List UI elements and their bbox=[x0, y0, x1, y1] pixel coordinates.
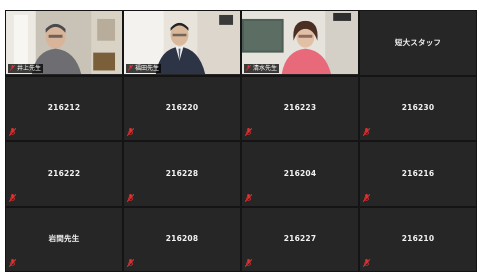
muted-mic-icon bbox=[246, 64, 251, 71]
muted-mic-icon bbox=[245, 259, 252, 267]
participant-tile-video-2[interactable]: 福田先生 bbox=[124, 11, 240, 75]
muted-mic-icon bbox=[10, 64, 15, 71]
participant-tile[interactable]: 216216 bbox=[360, 142, 476, 206]
participant-name: 216222 bbox=[47, 168, 81, 178]
participant-name: 井上先生 bbox=[17, 64, 42, 72]
participant-tile-video-1[interactable]: 井上先生 bbox=[6, 11, 122, 75]
muted-mic-icon bbox=[127, 128, 134, 136]
participant-name: 216220 bbox=[165, 103, 199, 113]
participant-name: 216230 bbox=[401, 103, 435, 113]
muted-mic-icon bbox=[363, 128, 370, 136]
gallery-view: 井上先生 福田先生 清水先生 短大スタッフ 216212 216220 2162… bbox=[5, 10, 477, 272]
participant-name: 216227 bbox=[283, 234, 317, 244]
participant-name-label: 清水先生 bbox=[244, 63, 280, 73]
muted-mic-icon bbox=[127, 193, 134, 202]
participant-name: 216208 bbox=[165, 234, 199, 244]
participant-name: 清水先生 bbox=[253, 64, 278, 72]
participant-tile[interactable]: 216228 bbox=[124, 142, 240, 206]
participant-tile[interactable]: 216204 bbox=[242, 142, 358, 206]
participant-name: 岩間先生 bbox=[48, 234, 80, 244]
participant-tile[interactable]: 岩間先生 bbox=[6, 207, 122, 271]
muted-mic-icon bbox=[128, 64, 133, 71]
participant-name: 短大スタッフ bbox=[394, 37, 442, 47]
muted-mic-icon bbox=[9, 128, 16, 136]
muted-mic-icon bbox=[245, 193, 252, 202]
participant-tile[interactable]: 216210 bbox=[360, 207, 476, 271]
participant-tile-video-3[interactable]: 清水先生 bbox=[242, 11, 358, 75]
participant-name: 216210 bbox=[401, 234, 435, 244]
participant-name: 福田先生 bbox=[135, 64, 160, 72]
participant-tile[interactable]: 216227 bbox=[242, 207, 358, 271]
muted-mic-icon bbox=[363, 193, 370, 202]
participant-tile[interactable]: 216212 bbox=[6, 76, 122, 140]
participant-name: 216204 bbox=[283, 168, 317, 178]
participant-tile[interactable]: 216222 bbox=[6, 142, 122, 206]
participant-tile[interactable]: 216220 bbox=[124, 76, 240, 140]
muted-mic-icon bbox=[127, 259, 134, 267]
muted-mic-icon bbox=[9, 193, 16, 202]
participant-name: 216228 bbox=[165, 168, 199, 178]
participant-name-label: 福田先生 bbox=[126, 63, 162, 73]
participant-tile[interactable]: 216230 bbox=[360, 76, 476, 140]
participant-name: 216223 bbox=[283, 103, 317, 113]
participant-name-label: 井上先生 bbox=[8, 63, 44, 73]
muted-mic-icon bbox=[9, 259, 16, 267]
participant-tile[interactable]: 短大スタッフ bbox=[360, 11, 476, 75]
participant-tile[interactable]: 216223 bbox=[242, 76, 358, 140]
participant-name: 216212 bbox=[47, 103, 81, 113]
participant-name: 216216 bbox=[401, 168, 435, 178]
participant-tile[interactable]: 216208 bbox=[124, 207, 240, 271]
muted-mic-icon bbox=[363, 259, 370, 267]
muted-mic-icon bbox=[245, 128, 252, 136]
